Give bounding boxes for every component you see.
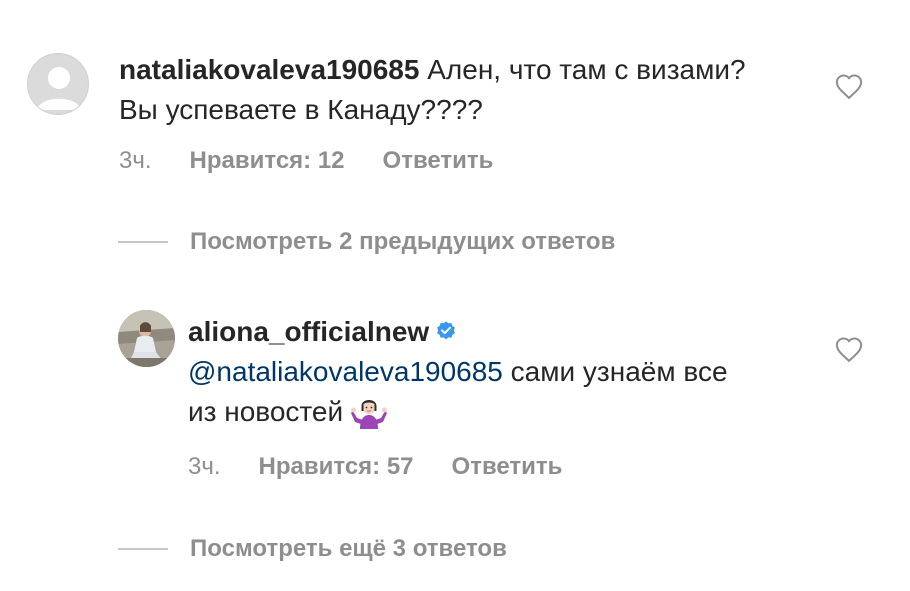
likes-count[interactable]: Нравится: 57	[259, 453, 414, 480]
view-replies-label: Посмотреть 2 предыдущих ответов	[190, 228, 616, 255]
reply-meta: 3ч. Нравится: 57 Ответить	[188, 451, 562, 483]
comment-body: nataliakovaleva190685 Ален, что там с ви…	[119, 50, 779, 130]
reply-time: 3ч.	[188, 453, 221, 480]
comment-meta: 3ч. Нравится: 12 Ответить	[119, 145, 493, 177]
reply-body: aliona_officialnew @nataliakovaleva19068…	[188, 312, 748, 432]
comment-time: 3ч.	[119, 147, 152, 174]
heart-icon[interactable]	[834, 335, 864, 363]
avatar[interactable]	[118, 310, 175, 367]
reply-username[interactable]: aliona_officialnew	[188, 316, 429, 347]
avatar[interactable]	[27, 53, 89, 115]
view-replies-label: Посмотреть ещё 3 ответов	[190, 535, 507, 562]
mention-link[interactable]: @nataliakovaleva190685	[188, 356, 503, 387]
likes-count[interactable]: Нравится: 12	[190, 147, 345, 174]
heart-icon[interactable]	[834, 72, 864, 100]
divider-line	[118, 241, 168, 243]
profile-photo	[118, 310, 175, 367]
reply-button[interactable]: Ответить	[452, 453, 563, 480]
verified-badge-icon	[437, 321, 456, 340]
divider-line	[118, 548, 168, 550]
comment-username[interactable]: nataliakovaleva190685	[119, 54, 419, 85]
view-more-replies-button[interactable]: Посмотреть ещё 3 ответов	[118, 535, 507, 563]
reply-button[interactable]: Ответить	[383, 147, 494, 174]
default-avatar-icon	[37, 67, 81, 110]
person-shrugging-emoji	[351, 400, 388, 429]
view-previous-replies-button[interactable]: Посмотреть 2 предыдущих ответов	[118, 228, 615, 256]
